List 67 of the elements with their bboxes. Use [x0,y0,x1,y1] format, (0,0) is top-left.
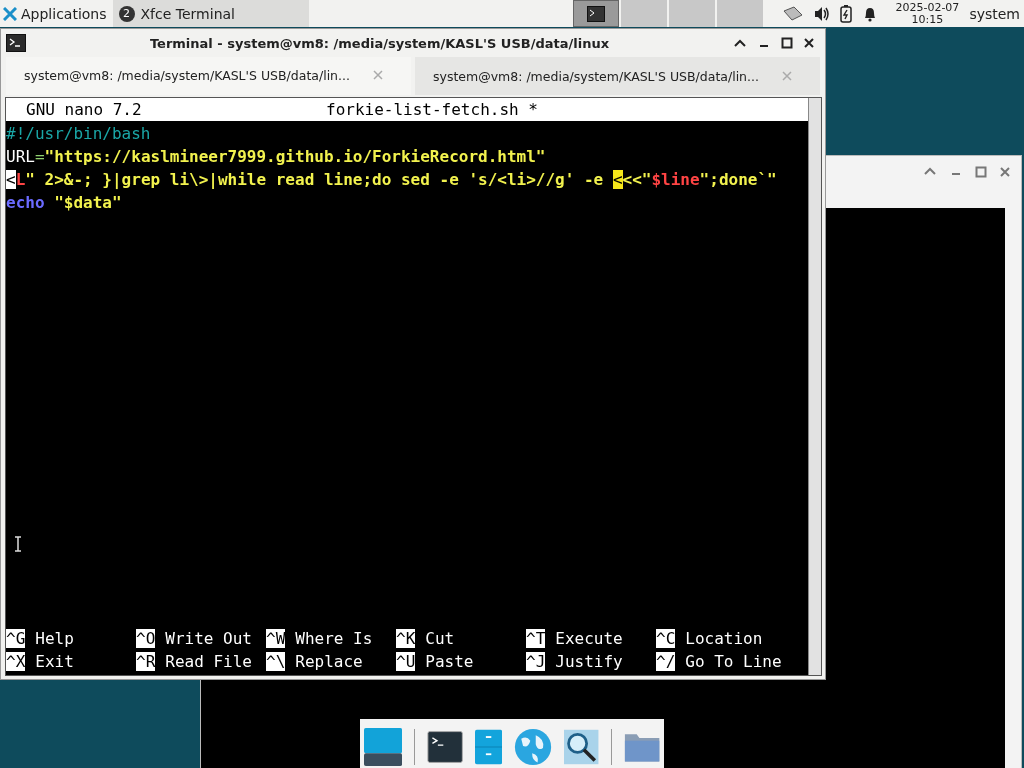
shortcut-key: ^\ [266,652,286,671]
maximize-icon[interactable] [781,37,793,49]
clock-time: 10:15 [911,13,944,26]
shortcut-key: ^T [526,629,546,648]
window-title: Terminal - system@vm8: /media/system/KASL'S USB/data/linux [148,35,611,51]
shortcut-key: ^G [6,629,26,648]
workspace-switcher[interactable] [621,0,668,27]
shortcut-label: Exit [35,652,74,671]
text-cursor: < [612,170,623,189]
file-cabinet-icon[interactable] [475,727,503,766]
battery-icon[interactable] [840,4,853,23]
volume-icon[interactable] [814,5,831,22]
terminal-tab[interactable]: system@vm8: /media/system/KASL'S USB/data/lin... [415,57,820,95]
terminal-tab[interactable]: system@vm8: /media/system/KASL'S USB/data/lin... [6,57,411,95]
code-text: = [34,147,45,166]
shortcut-key: ^C [656,629,676,648]
clock-date: 2025-02-07 [895,1,960,14]
shortcut-key: ^J [526,652,546,671]
close-tab-icon[interactable] [373,70,383,80]
shortcut-key: ^R [136,652,156,671]
line-overflow-marker: < [6,170,16,189]
shortcut-label: Replace [295,652,363,671]
shortcut-label: Read File [165,652,252,671]
shortcut-label: Write Out [165,629,252,648]
code-keyword: echo [6,193,45,212]
terminal-icon [6,34,26,52]
terminal-icon [587,5,606,22]
taskbar-button[interactable]: 2 Xfce Terminal [112,0,309,27]
shortcut-key: ^U [396,652,416,671]
user-menu[interactable]: system [969,5,1024,22]
roll-up-icon[interactable] [733,38,747,48]
workspace-switcher[interactable] [717,0,764,27]
search-icon[interactable] [564,727,599,766]
shortcut-key: ^O [136,629,156,648]
window-count-badge: 2 [118,5,135,22]
shortcut-label: Paste [425,652,474,671]
editor-version: GNU nano 7.2 [25,100,142,119]
shortcut-label: Justify [555,652,623,671]
shortcut-label: Cut [425,629,455,648]
shortcut-label: Help [35,629,74,648]
applications-menu[interactable]: Applications [0,0,113,27]
code-string: <<" [622,170,652,189]
shortcut-key: ^X [6,652,26,671]
code-comment: #!/usr/bin/bash [6,124,151,143]
shortcut-key: ^W [266,629,286,648]
code-string: " 2>&-; }|grep li\>|while read line;do sed -e 's/<li>//g' -e [25,170,605,189]
code-string: "https://kaslmineer7999.github.io/ForkieRecord.html" [44,147,546,166]
code-variable: $line [651,170,700,189]
text-select-cursor-icon [14,536,22,552]
scrollbar[interactable] [808,98,821,675]
show-desktop-icon[interactable] [364,725,403,768]
xfce-logo-icon [3,6,17,21]
shortcut-label: Location [685,629,763,648]
code-string: ";done`" [699,170,777,189]
file-name: forkie-list-fetch.sh * [326,100,538,119]
workspace-switcher[interactable] [669,0,716,27]
shortcut-key: ^/ [656,652,676,671]
shortcut-label: Go To Line [685,652,782,671]
close-icon[interactable] [803,37,815,49]
terminal-icon[interactable] [426,728,464,765]
workspace-switcher[interactable] [573,0,620,27]
code-text: URL [6,147,35,166]
code-variable: L [15,170,26,189]
shortcut-label: Execute [555,629,623,648]
shortcut-key: ^K [396,629,416,648]
shortcut-label: Where Is [295,629,373,648]
code-string: "$data" [53,193,122,212]
